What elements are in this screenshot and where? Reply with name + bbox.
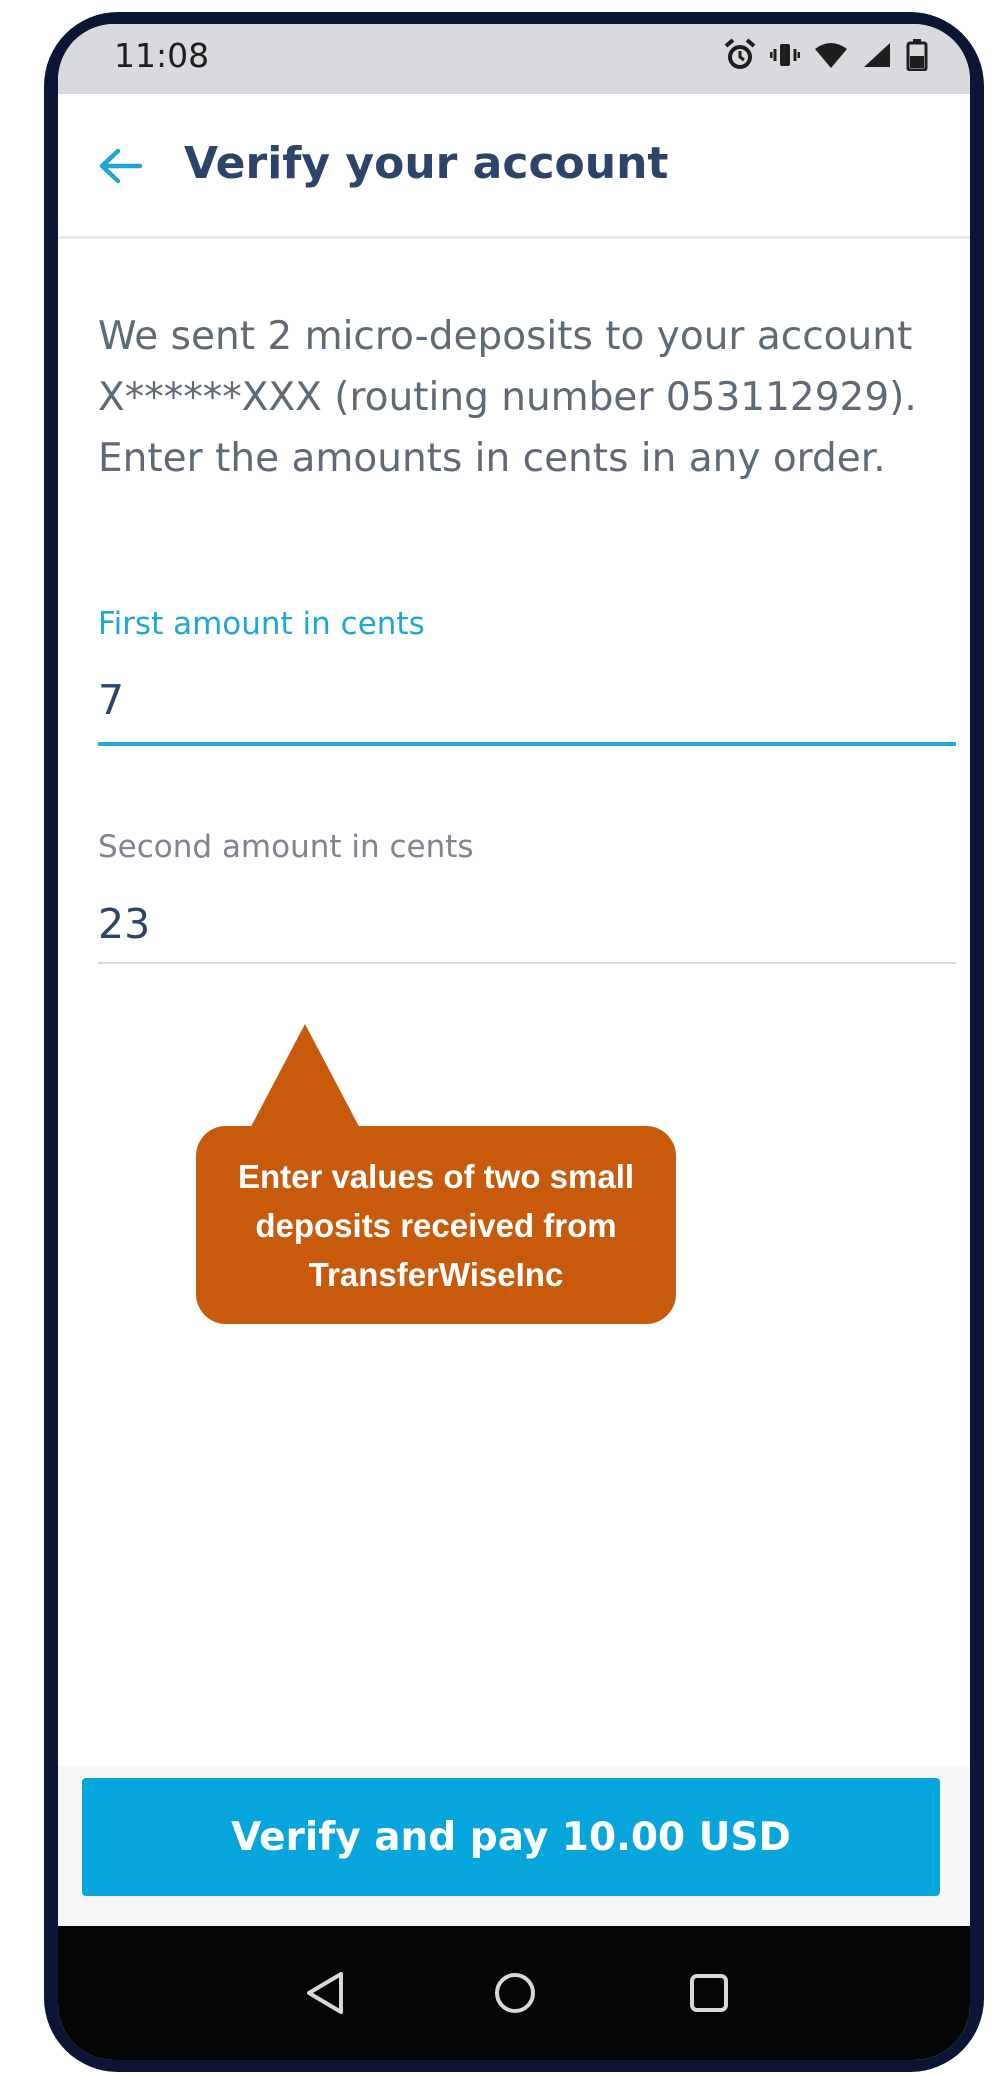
callout-pointer (246, 1024, 364, 1136)
page-title: Verify your account (184, 138, 669, 189)
instructions-text: We sent 2 micro-deposits to your account… (98, 314, 917, 481)
second-amount-label: Second amount in cents (98, 829, 474, 865)
status-icons (724, 38, 928, 72)
second-amount-underline (98, 962, 956, 964)
callout-text: Enter values of two small deposits recei… (237, 1157, 635, 1293)
nav-home-button[interactable] (486, 1964, 544, 2022)
nav-recent-apps-button[interactable] (680, 1964, 738, 2022)
system-nav-bar (58, 1926, 970, 2060)
nav-back-button[interactable] (296, 1964, 354, 2022)
vibrate-icon (770, 44, 800, 66)
alarm-icon (724, 38, 756, 69)
phone-frame: 11:08 Verify your account We sent 2 micr… (44, 12, 984, 2072)
status-time: 11:08 (114, 36, 210, 75)
signal-icon (864, 43, 890, 67)
first-amount-underline (98, 742, 956, 746)
first-amount-input[interactable]: 7 (98, 676, 124, 724)
back-button[interactable] (92, 138, 148, 194)
instruction-callout: Enter values of two small deposits recei… (196, 1126, 676, 1324)
nav-back-icon (307, 1972, 343, 2014)
second-amount-input[interactable]: 23 (98, 900, 150, 948)
arrow-left-icon (99, 148, 142, 184)
first-amount-label: First amount in cents (98, 606, 425, 642)
screen: 11:08 Verify your account We sent 2 micr… (58, 24, 970, 2060)
verify-and-pay-button[interactable]: Verify and pay 10.00 USD (82, 1778, 940, 1896)
wifi-icon (815, 43, 847, 68)
nav-recent-apps-icon (690, 1974, 728, 2012)
app-bar: Verify your account (58, 94, 970, 239)
status-bar: 11:08 (58, 24, 970, 94)
battery-icon (906, 39, 928, 71)
nav-home-icon (495, 1973, 535, 2013)
